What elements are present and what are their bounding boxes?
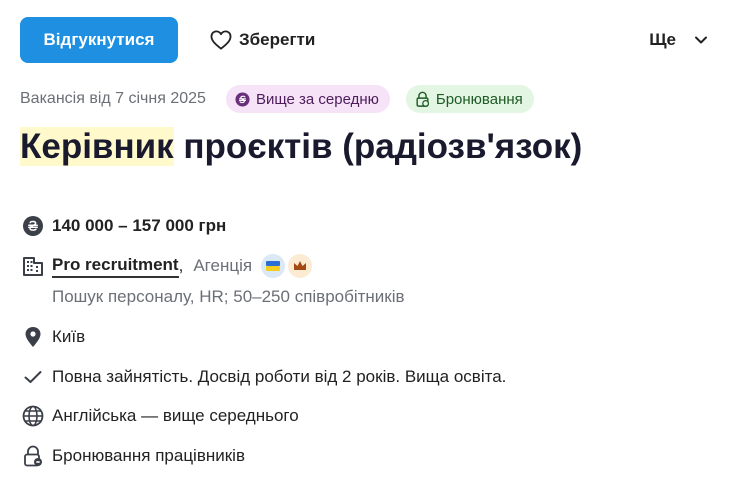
map-pin-icon (20, 324, 46, 350)
save-label: Зберегти (239, 30, 316, 49)
heart-icon (210, 30, 232, 50)
location-row: Київ (20, 324, 85, 350)
ukraine-flag-icon[interactable] (261, 254, 286, 278)
apply-button[interactable]: Відгукнутися (20, 17, 178, 63)
company-description: Пошук персоналу, HR; 50–250 співробітник… (52, 287, 405, 306)
job-title-rest: проєктів (радіозв'язок) (173, 127, 583, 166)
action-bar: Відгукнутися Зберегти Ще (20, 17, 720, 63)
salary-row: 140 000 – 157 000 грн (20, 213, 226, 239)
salary-badge-label: Вище за середню (255, 90, 379, 108)
globe-icon (20, 403, 46, 429)
more-dropdown[interactable]: Ще (649, 17, 708, 63)
chevron-down-icon (694, 35, 708, 45)
save-button[interactable]: Зберегти (210, 17, 315, 63)
posted-date: Вакансія від 7 січня 2025 (20, 90, 206, 107)
requirements-value: Повна зайнятість. Досвід роботи від 2 ро… (52, 367, 507, 386)
hryvnia-icon (20, 213, 46, 239)
reservation-row: Бронювання працівників (20, 443, 245, 469)
salary-value: 140 000 – 157 000 грн (52, 216, 227, 235)
reservation-badge: Бронювання (405, 85, 534, 113)
more-label: Ще (649, 30, 676, 49)
building-icon (20, 253, 46, 279)
company-separator: , (178, 256, 184, 275)
reservation-badge-label: Бронювання (435, 90, 523, 108)
lock-icon (20, 443, 46, 469)
company-type: Агенція (193, 256, 253, 275)
lock-badge-icon (415, 91, 430, 107)
job-title: Керівник проєктів (радіозв'язок) (20, 120, 582, 174)
language-row: Англійська — вище середнього (20, 403, 299, 429)
vacancy-meta: Вакансія від 7 січня 2025 Вище за середн… (20, 84, 550, 114)
coin-icon (235, 91, 250, 107)
checkmark-icon (20, 364, 46, 390)
requirements-row: Повна зайнятість. Досвід роботи від 2 ро… (20, 364, 506, 390)
company-row: Pro recruitment , Агенція (20, 253, 313, 279)
crown-icon[interactable] (288, 254, 313, 278)
job-title-highlight: Керівник (20, 127, 174, 166)
language-value: Англійська — вище середнього (52, 406, 299, 425)
company-description-row: Пошук персоналу, HR; 50–250 співробітник… (52, 287, 405, 307)
salary-badge: Вище за середню (225, 85, 390, 113)
reservation-value: Бронювання працівників (52, 446, 245, 465)
location-value: Київ (52, 327, 86, 346)
company-link[interactable]: Pro recruitment (52, 255, 179, 278)
